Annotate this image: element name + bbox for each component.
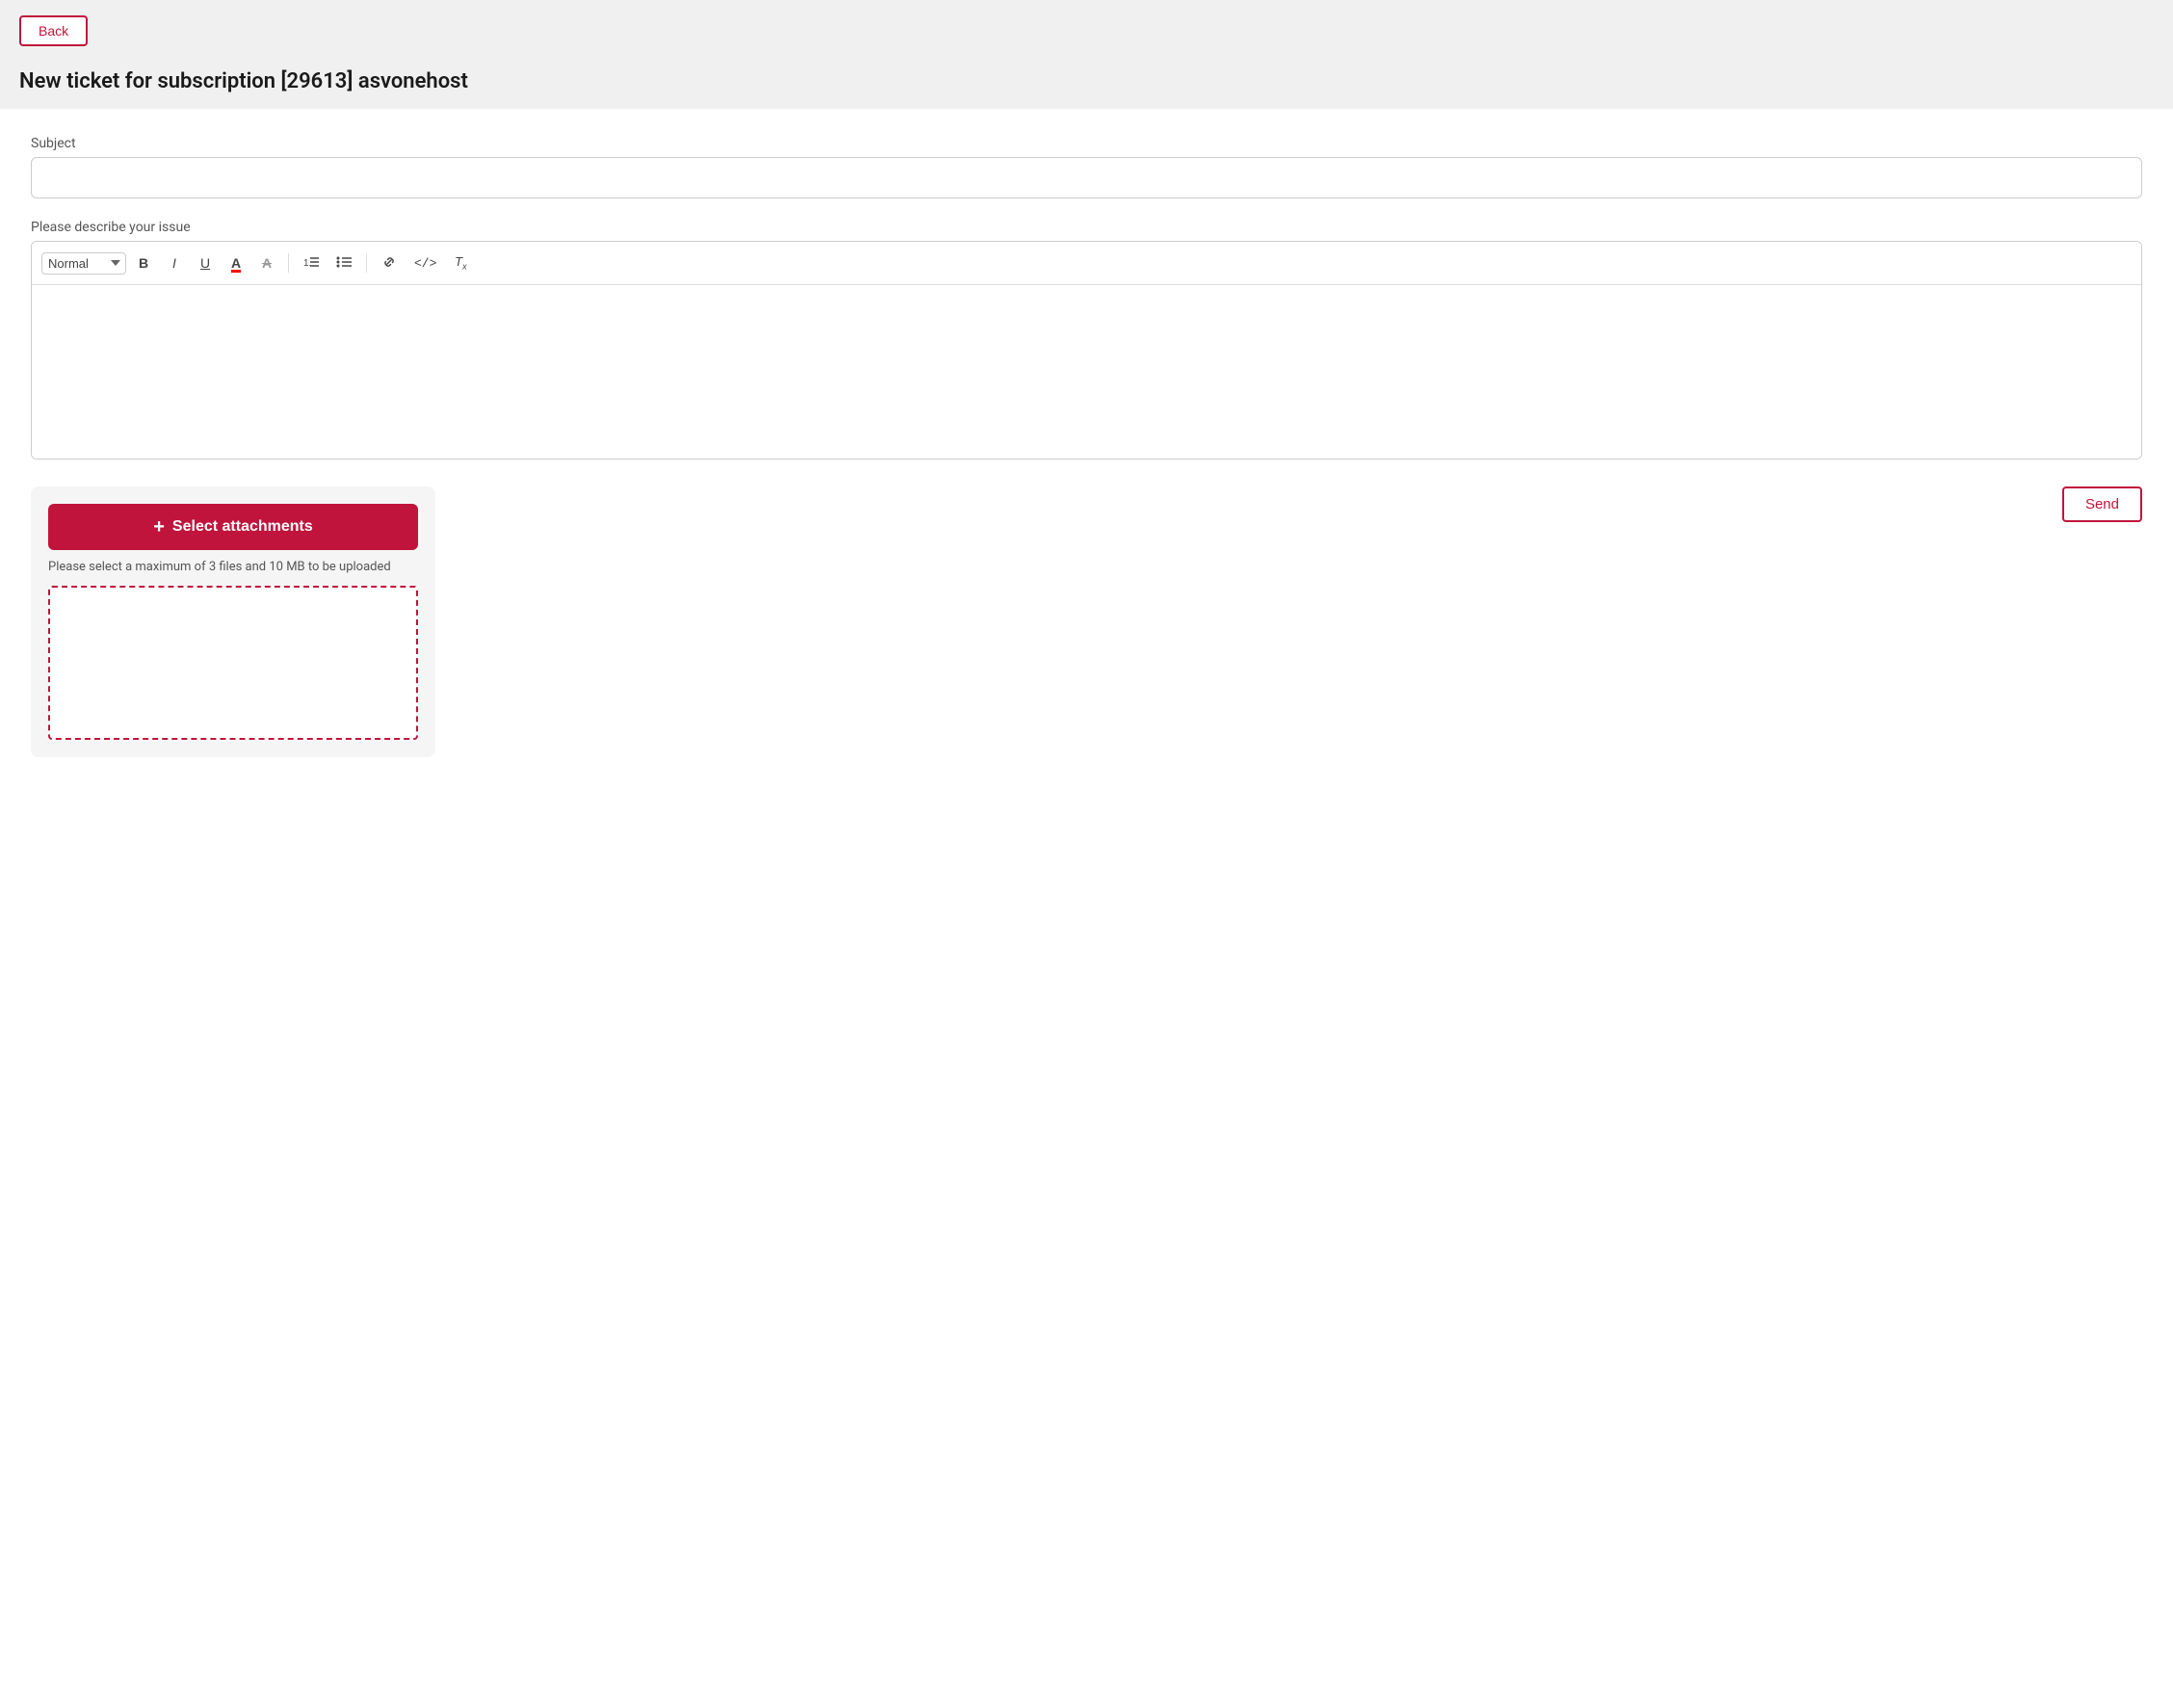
subject-input[interactable] [31,157,2142,198]
underline-button[interactable]: U [192,250,219,276]
toolbar-divider-2 [366,253,367,273]
ordered-list-icon: 1. [303,254,319,273]
form-section: Subject Please describe your issue Norma… [31,136,2142,757]
link-button[interactable] [375,250,404,276]
main-content: Subject Please describe your issue Norma… [0,109,2173,1708]
code-button[interactable]: </> [407,250,443,276]
ordered-list-button[interactable]: 1. [297,250,326,276]
strikethrough-button[interactable]: A [253,250,280,276]
unordered-list-icon [336,254,352,273]
italic-button[interactable]: I [161,250,188,276]
code-icon: </> [414,256,436,271]
svg-text:1.: 1. [303,258,311,269]
top-bar: Back [0,0,2173,62]
clear-format-icon: Tx [455,254,466,272]
subject-label: Subject [31,136,2142,151]
toolbar: Normal Heading 1 Heading 2 Heading 3 B I… [32,242,2141,285]
unordered-list-button[interactable] [329,250,358,276]
link-icon [381,254,397,273]
drop-zone[interactable] [48,586,418,740]
font-color-icon: A [231,255,241,271]
bold-button[interactable]: B [130,250,157,276]
select-attachments-button[interactable]: + Select attachments [48,504,418,550]
toolbar-divider-1 [288,253,289,273]
format-select[interactable]: Normal Heading 1 Heading 2 Heading 3 [41,252,126,275]
attachments-panel: + Select attachments Please select a max… [31,486,435,757]
page-title: New ticket for subscription [29613] asvo… [0,62,2173,109]
plus-icon: + [153,517,165,537]
editor-area[interactable] [32,285,2141,459]
strikethrough-icon: A [262,255,272,271]
clear-format-button[interactable]: Tx [447,250,474,276]
rich-text-container: Normal Heading 1 Heading 2 Heading 3 B I… [31,241,2142,460]
select-attachments-label: Select attachments [172,518,313,536]
back-button[interactable]: Back [19,15,88,46]
describe-label: Please describe your issue [31,220,2142,235]
font-color-button[interactable]: A [223,250,249,276]
attachments-hint: Please select a maximum of 3 files and 1… [48,560,418,574]
attachments-row: + Select attachments Please select a max… [31,486,2142,757]
send-button[interactable]: Send [2062,486,2142,522]
